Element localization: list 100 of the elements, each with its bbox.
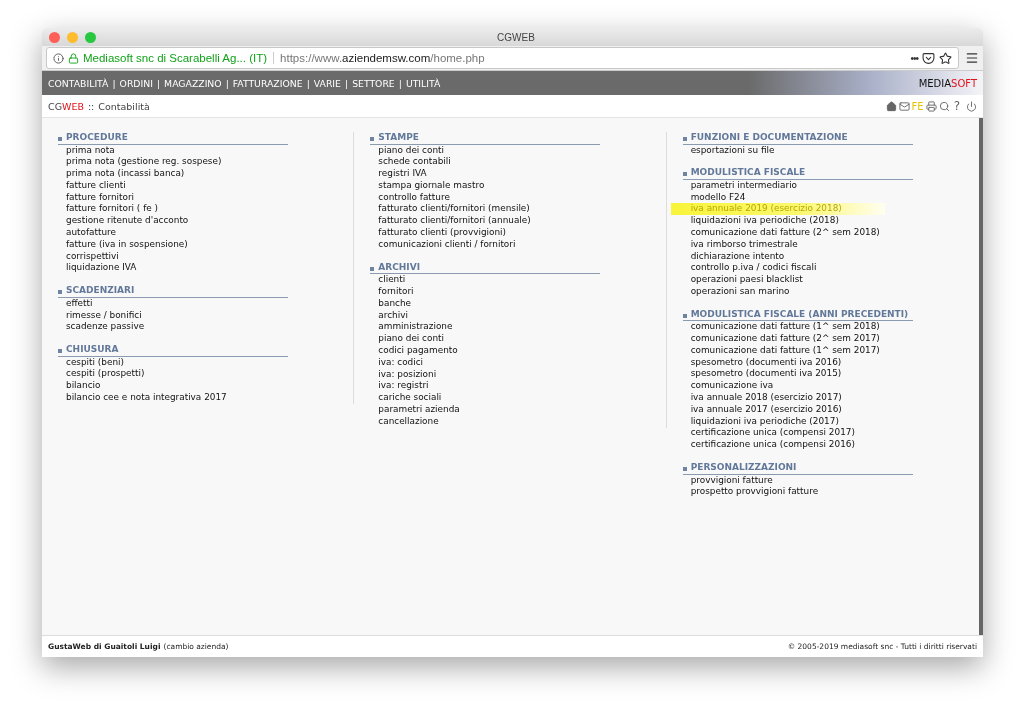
menu-item-link[interactable]: comunicazione iva	[682, 380, 774, 393]
menu-item-link[interactable]: iva annuale 2017 (esercizio 2016)	[682, 403, 842, 416]
menu-item-link[interactable]: prospetto provvigioni fatture	[682, 486, 819, 499]
menu-item-link[interactable]: comunicazione dati fatture (2^ sem 2018)	[682, 227, 880, 239]
url-text: https://www.aziendemsw.com/home.php	[279, 52, 485, 64]
print-icon[interactable]	[925, 100, 937, 112]
menu-item-link[interactable]: piano dei conti	[370, 333, 444, 345]
lock-icon	[68, 52, 79, 64]
menu-item-link[interactable]: fatture fornitori	[58, 191, 135, 204]
info-icon[interactable]	[53, 52, 64, 64]
menu-item-link[interactable]: codici pagamento	[370, 344, 458, 357]
menu-item-link[interactable]: prima nota	[58, 144, 115, 157]
menu-item-link[interactable]: liquidazione IVA	[58, 262, 137, 275]
menu-item-link[interactable]: stampa giornale mastro	[370, 179, 485, 192]
logo: MEDIASOFT	[918, 77, 977, 89]
menu-item-link[interactable]: operazioni san marino	[682, 285, 790, 298]
menu-item-link[interactable]: bilancio	[58, 380, 101, 393]
menu-item-link[interactable]: comunicazioni clienti / fornitori	[370, 238, 516, 251]
menu-separator: |	[306, 77, 310, 89]
menu-item-link[interactable]: fatture fornitori ( fe )	[58, 203, 159, 216]
menu-item-link[interactable]: liquidazioni iva periodiche (2018)	[682, 215, 839, 227]
menu-link[interactable]: FATTURAZIONE	[232, 77, 303, 89]
menu-item-link[interactable]: parametri azienda	[370, 403, 460, 416]
bullet-icon	[682, 467, 687, 472]
menu-icon[interactable]	[965, 51, 979, 65]
menu-item-link[interactable]: controllo p.iva / codici fiscali	[682, 262, 817, 275]
menu-item-link[interactable]: amministrazione	[370, 321, 453, 334]
bullet-icon	[370, 266, 375, 271]
section-heading: CHIUSURA	[66, 344, 119, 356]
menu-item-link[interactable]: autofatture	[58, 227, 117, 239]
menu-item-link[interactable]: cariche sociali	[370, 392, 442, 404]
menu-item-link[interactable]: spesometro (documenti iva 2016)	[682, 356, 842, 369]
menu-separator: |	[398, 77, 402, 89]
menu-item-link[interactable]: comunicazione dati fatture (2^ sem 2017)	[682, 333, 880, 345]
menu-item-link[interactable]: dichiarazione intento	[682, 250, 785, 263]
menu-item-link[interactable]: gestione ritenute d'acconto	[58, 215, 189, 228]
menu-item-link[interactable]: liquidazioni iva periodiche (2017)	[682, 415, 839, 428]
menu-item-link[interactable]: iva annuale 2018 (esercizio 2017)	[682, 392, 842, 404]
menu-item-link[interactable]: piano dei conti	[370, 144, 444, 157]
menu-item-link[interactable]: bilancio cee e nota integrativa 2017	[58, 392, 227, 404]
menu-item-link[interactable]: cancellazione	[370, 415, 439, 428]
menu-separator: |	[156, 77, 161, 89]
menu-link[interactable]: ORDINI	[119, 77, 153, 89]
menu-item-link[interactable]: esportazioni su file	[682, 144, 775, 157]
menu-item-link[interactable]: fatturato clienti/fornitori (mensile)	[370, 203, 530, 216]
menu-item-link[interactable]: iva rimborso trimestrale	[682, 238, 798, 251]
menu-item-link[interactable]: controllo fatture	[370, 191, 450, 204]
menu-item-link[interactable]: fatturato clienti/fornitori (annuale)	[370, 215, 531, 228]
menu-item-link[interactable]: effetti	[58, 297, 93, 310]
menu-item-link[interactable]: prima nota (gestione reg. sospese)	[58, 156, 222, 169]
menu-link[interactable]: CONTABILITÀ	[48, 77, 109, 89]
menu-item-link[interactable]: schede contabili	[370, 156, 451, 169]
menu-item-link[interactable]: comunicazione dati fatture (1^ sem 2017)	[682, 344, 880, 357]
more-button[interactable]: •••	[910, 52, 918, 64]
mail-icon[interactable]	[898, 100, 910, 112]
menu-item-link[interactable]: iva: codici	[370, 356, 424, 369]
menu-item-link[interactable]: spesometro (documenti iva 2015)	[682, 368, 842, 381]
menu-item-link[interactable]: corrispettivi	[58, 250, 119, 263]
menu-item-link[interactable]: prima nota (incassi banca)	[58, 168, 185, 180]
menu-item-link[interactable]: modello F24	[682, 191, 746, 204]
menu-item-link[interactable]: cespiti (prospetti)	[58, 368, 145, 381]
menu-link[interactable]: SETTORE	[352, 77, 395, 89]
bullet-icon	[682, 172, 687, 177]
power-icon[interactable]	[966, 100, 977, 112]
bullet-icon	[682, 137, 687, 141]
menu-item-link[interactable]: cespiti (beni)	[58, 356, 124, 369]
address-bar[interactable]: Mediasoft snc di Scarabelli Ag... (IT) https://www.aziendemsw.com/home.php •••	[46, 47, 959, 69]
bullet-icon	[682, 313, 687, 318]
menu-item-link[interactable]: scadenze passive	[58, 321, 145, 334]
menu-item-link[interactable]: iva: registri	[370, 380, 429, 393]
bullet-icon	[58, 349, 62, 354]
menu-link[interactable]: MAGAZZINO	[164, 77, 222, 89]
menu-item-link[interactable]: operazioni paesi blacklist	[682, 274, 803, 286]
window-title: CGWEB	[497, 31, 535, 43]
menu-item-link[interactable]: banche	[370, 297, 411, 310]
menu-link[interactable]: VARIE	[313, 77, 341, 89]
menu-item-link[interactable]: archivi	[370, 309, 408, 322]
search-icon[interactable]	[938, 100, 950, 112]
pocket-icon[interactable]	[922, 51, 935, 65]
menu-item-link[interactable]: parametri intermediario	[682, 179, 798, 192]
menu-item-link[interactable]: iva: posizioni	[370, 368, 437, 381]
menu-item-link[interactable]: rimesse / bonifici	[58, 309, 142, 322]
menu-item-link[interactable]: fatture (iva in sospensione)	[58, 238, 188, 251]
menu-item-link[interactable]: comunicazione dati fatture (1^ sem 2018)	[682, 321, 880, 334]
section-heading: PERSONALIZZAZIONI	[690, 462, 797, 474]
section-heading: ARCHIVI	[378, 261, 421, 274]
menu-item-link[interactable]: registri IVA	[370, 168, 427, 180]
menu-item-link[interactable]: certificazione unica (compensi 2017)	[682, 427, 855, 440]
section-heading: PROCEDURE	[66, 132, 128, 144]
menu-item-link[interactable]: fatturato clienti (provvigioni)	[370, 227, 506, 239]
menu-item-link[interactable]: certificazione unica (compensi 2016)	[682, 439, 855, 452]
menu-item-link[interactable]: fornitori	[370, 285, 414, 298]
menu-item-link[interactable]: clienti	[370, 274, 406, 286]
menu-link[interactable]: UTILITÀ	[405, 77, 441, 89]
home-icon[interactable]	[885, 100, 897, 112]
close-button[interactable]	[49, 31, 60, 43]
menu-item-link[interactable]: fatture clienti	[58, 179, 126, 192]
help-button[interactable]: ?	[953, 99, 960, 113]
bookmark-star-icon[interactable]	[939, 51, 952, 65]
menu-item-link[interactable]: provvigioni fatture	[682, 474, 773, 487]
